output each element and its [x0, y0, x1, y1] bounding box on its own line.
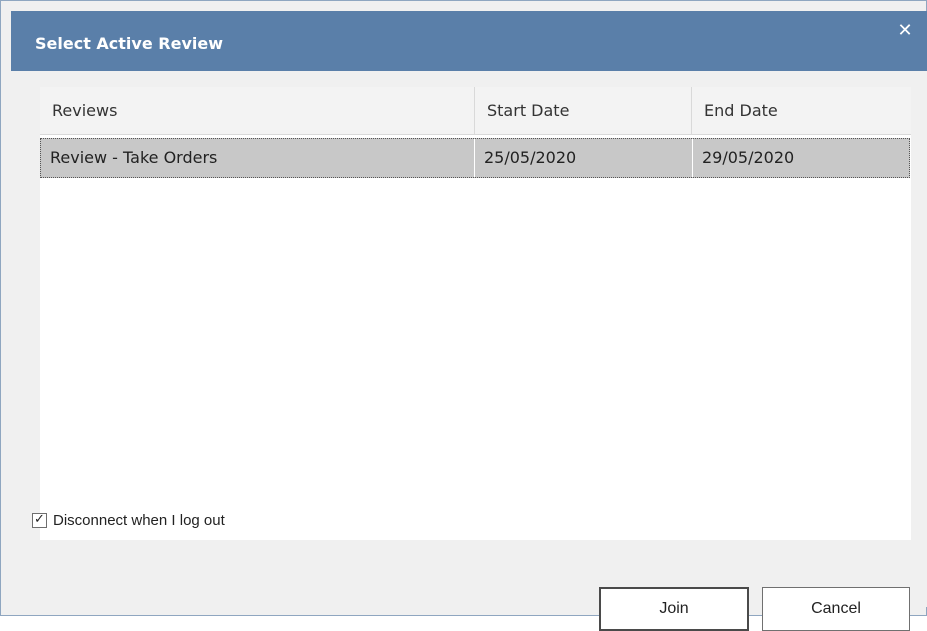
- cancel-button[interactable]: Cancel: [762, 587, 910, 631]
- disconnect-option[interactable]: ✓ Disconnect when I log out: [32, 510, 225, 530]
- column-header-reviews[interactable]: Reviews: [40, 87, 474, 135]
- join-button[interactable]: Join: [599, 587, 749, 631]
- cell-start-date: 25/05/2020: [474, 139, 692, 177]
- close-icon[interactable]: ✕: [893, 19, 917, 43]
- column-header-end-date[interactable]: End Date: [691, 87, 911, 135]
- cell-end-date: 29/05/2020: [692, 139, 910, 177]
- column-header-start-date[interactable]: Start Date: [474, 87, 691, 135]
- dialog-titlebar: Select Active Review ✕: [11, 11, 927, 71]
- cell-review-name: Review - Take Orders: [50, 148, 218, 167]
- disconnect-checkbox[interactable]: ✓: [32, 511, 47, 528]
- disconnect-label: Disconnect when I log out: [53, 511, 225, 529]
- checkmark-icon: ✓: [34, 511, 45, 527]
- select-active-review-dialog: Select Active Review ✕ Reviews Start Dat…: [0, 0, 927, 631]
- dialog-title: Select Active Review: [35, 34, 223, 53]
- reviews-grid[interactable]: Reviews Start Date End Date Review - Tak…: [40, 87, 911, 540]
- table-row[interactable]: Review - Take Orders 25/05/2020 29/05/20…: [40, 138, 910, 178]
- grid-header: Reviews Start Date End Date: [40, 87, 911, 135]
